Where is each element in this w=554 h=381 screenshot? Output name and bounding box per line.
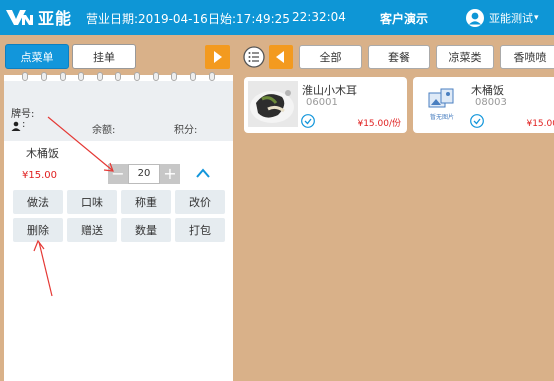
points-label: 积分: xyxy=(174,125,198,136)
order-info: 牌号: : 余额: 积分: xyxy=(4,81,233,141)
category-fragrant[interactable]: 香喷喷 xyxy=(500,45,554,69)
category-bar: 全部 套餐 凉菜类 香喷喷 xyxy=(238,40,554,74)
user-menu[interactable]: 亚能测试 ▾ xyxy=(466,9,539,27)
category-set-meal[interactable]: 套餐 xyxy=(368,45,430,69)
prev-arrow-button[interactable] xyxy=(269,45,293,69)
tab-order[interactable]: 点菜单 xyxy=(5,44,69,69)
user-name: 亚能测试 xyxy=(489,12,533,25)
placeholder-text: 暂无图片 xyxy=(430,113,454,121)
gift-button[interactable]: 赠送 xyxy=(67,218,117,242)
badge-icon xyxy=(301,114,315,128)
dish-card[interactable]: 淮山小木耳 06001 ¥15.00/份 xyxy=(244,77,407,133)
quantity-field[interactable]: 20 xyxy=(128,164,160,184)
method-button[interactable]: 做法 xyxy=(13,190,63,214)
quantity-stepper: − 20 + xyxy=(108,164,180,184)
taste-button[interactable]: 口味 xyxy=(67,190,117,214)
brand-logo: 亚能 xyxy=(4,6,72,28)
logo-mark-icon xyxy=(6,10,33,25)
member-colon: : xyxy=(22,119,26,130)
mode-label: 客户演示 xyxy=(380,12,429,26)
dish-price: ¥15.00/份 xyxy=(357,119,401,129)
minus-button[interactable]: − xyxy=(108,164,128,184)
person-icon xyxy=(11,121,21,131)
tab-hold[interactable]: 挂单 xyxy=(72,44,136,69)
badge-icon xyxy=(470,114,484,128)
dish-card[interactable]: 暂无图片 木桶饭 08003 ¥15.00/份 xyxy=(413,77,554,133)
dish-price: ¥15.00/份 xyxy=(526,119,554,129)
plus-button[interactable]: + xyxy=(160,164,180,184)
dish-name: 木桶饭 xyxy=(471,84,504,97)
balance-label: 余额: xyxy=(92,125,116,136)
dish-name: 淮山小木耳 xyxy=(302,84,357,97)
plate-label: 牌号: xyxy=(11,109,35,120)
clock: 22:32:04 xyxy=(292,10,346,24)
action-grid: 做法 口味 称重 改价 删除 赠送 数量 打包 xyxy=(13,190,227,242)
pack-button[interactable]: 打包 xyxy=(175,218,225,242)
start-time: 日始:17:49:25 xyxy=(208,12,290,26)
business-date: 营业日期:2019-04-16 xyxy=(86,12,208,26)
weigh-button[interactable]: 称重 xyxy=(121,190,171,214)
brand-name: 亚能 xyxy=(38,9,73,28)
user-icon xyxy=(466,9,484,27)
delete-button[interactable]: 删除 xyxy=(13,218,63,242)
chevron-down-icon: ▾ xyxy=(534,13,539,23)
category-cold-dishes[interactable]: 凉菜类 xyxy=(436,45,494,69)
top-bar: 亚能 营业日期:2019-04-16 日始:17:49:25 22:32:04 … xyxy=(0,0,554,35)
order-panel: 牌号: : 余额: 积分: 木桶饭 ¥15.00 − 20 + 做法 口味 称重… xyxy=(4,72,233,381)
chevron-up-icon[interactable] xyxy=(196,168,210,178)
dish-code: 08003 xyxy=(475,97,507,108)
order-item-price: ¥15.00 xyxy=(22,170,57,181)
dish-photo xyxy=(248,81,298,127)
no-image-placeholder: 暂无图片 xyxy=(417,81,467,127)
dish-code: 06001 xyxy=(306,97,338,108)
list-menu-icon[interactable] xyxy=(243,46,265,68)
category-all[interactable]: 全部 xyxy=(299,45,362,69)
order-item-name[interactable]: 木桶饭 xyxy=(26,145,59,161)
next-arrow-button[interactable] xyxy=(205,45,230,69)
quantity-button[interactable]: 数量 xyxy=(121,218,171,242)
change-price-button[interactable]: 改价 xyxy=(175,190,225,214)
